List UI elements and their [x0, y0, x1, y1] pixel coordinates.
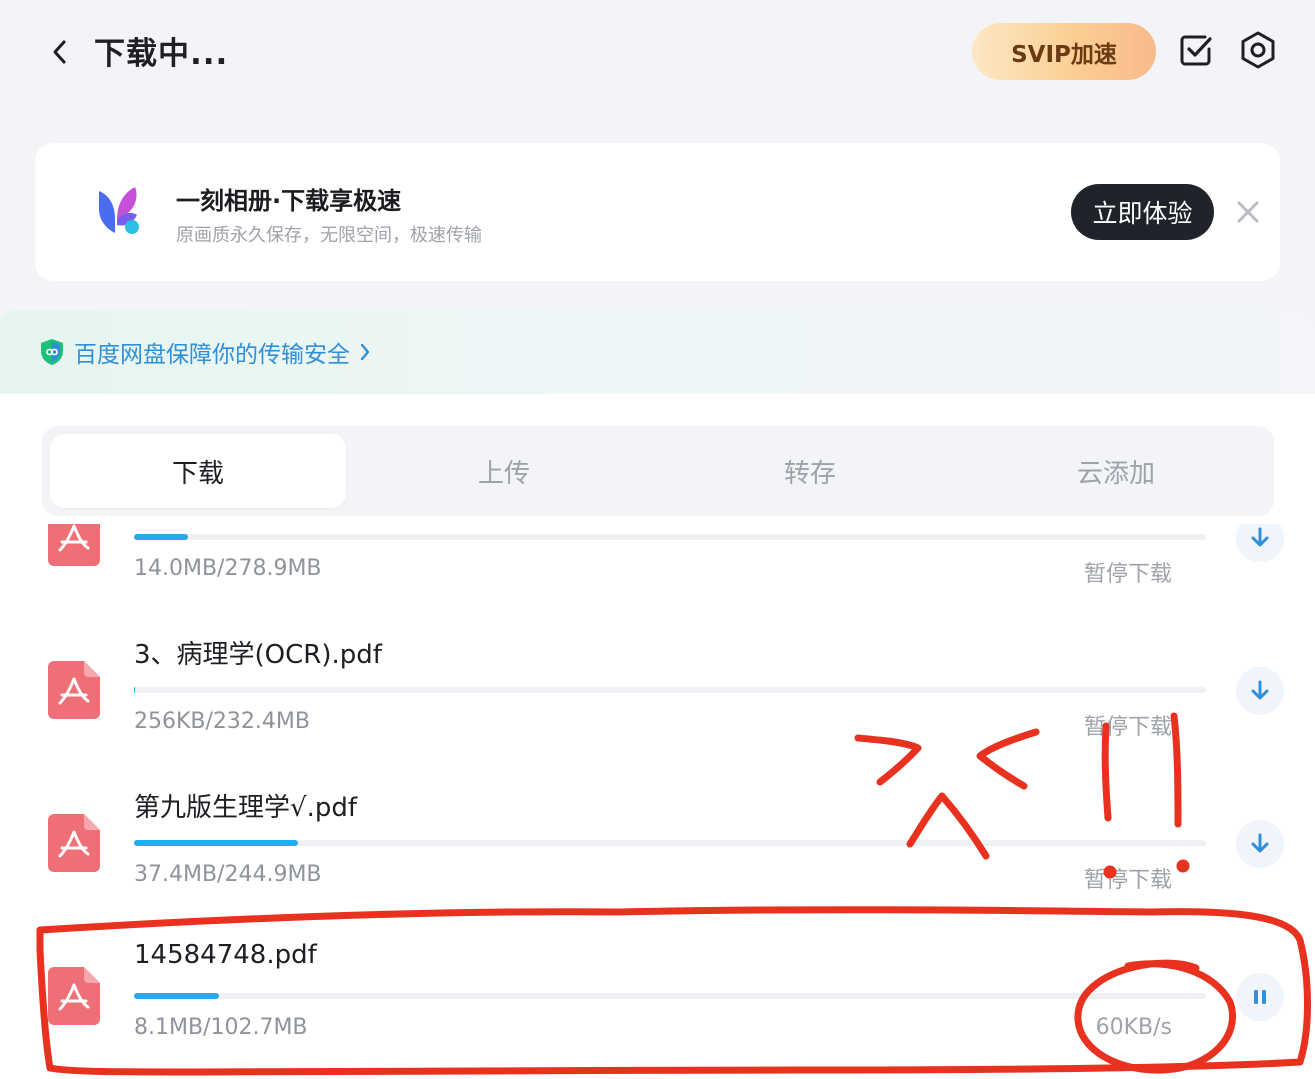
- gear-icon: [1241, 31, 1275, 69]
- pause-icon: [1254, 990, 1266, 1004]
- chevron-right-icon: [360, 343, 370, 361]
- download-item[interactable]: 3、病理学(OCR).pdf 256KB/232.4MB 暂停下载: [0, 533, 1315, 740]
- svip-accelerate-button[interactable]: SVIP加速: [972, 23, 1156, 80]
- yike-album-logo-icon: [99, 187, 139, 234]
- try-now-button[interactable]: 立即体验: [1071, 184, 1214, 240]
- security-link[interactable]: 百度网盘保障你的传输安全: [38, 335, 374, 369]
- settings-button[interactable]: [1238, 30, 1278, 70]
- checkbox-edit-icon: [1180, 35, 1212, 66]
- file-size: 8.1MB/102.7MB: [134, 1015, 308, 1040]
- download-item[interactable]: 第九版生理学√.pdf 37.4MB/244.9MB 暂停下载: [0, 686, 1315, 893]
- tab-download[interactable]: 下载: [50, 434, 346, 508]
- security-text: 百度网盘保障你的传输安全: [74, 342, 350, 368]
- tab-cloud-add[interactable]: 云添加: [968, 426, 1264, 516]
- file-name: 14584748.pdf: [134, 940, 317, 970]
- file-name: 3、病理学(OCR).pdf: [134, 640, 382, 670]
- tab-upload[interactable]: 上传: [356, 426, 652, 516]
- download-item[interactable]: 14584748.pdf 8.1MB/102.7MB 60KB/s: [0, 839, 1315, 1040]
- chevron-left-icon: [53, 40, 66, 64]
- pdf-file-icon: [48, 967, 100, 1025]
- page-title: 下载中...: [94, 36, 229, 72]
- close-icon: [1237, 201, 1259, 223]
- promo-title: 一刻相册·下载享极速: [176, 187, 402, 215]
- select-button[interactable]: [1176, 30, 1216, 70]
- tab-save[interactable]: 转存: [662, 426, 958, 516]
- security-banner: 百度网盘保障你的传输安全: [0, 310, 1315, 394]
- promo-subtitle: 原画质永久保存，无限空间，极速传输: [176, 225, 482, 246]
- progress-bar: [134, 993, 1206, 999]
- download-item[interactable]: 14.0MB/278.9MB 暂停下载: [0, 524, 1315, 587]
- shield-icon: [41, 339, 63, 365]
- pause-button[interactable]: [1236, 973, 1284, 1021]
- promo-card: 一刻相册·下载享极速 原画质永久保存，无限空间，极速传输 立即体验: [35, 143, 1280, 281]
- transfer-panel: 下载 上传 转存 云添加 14.0MB/278.9MB 暂停下载 3、病理学(O…: [0, 394, 1315, 1079]
- speed-text: 60KB/s: [1095, 1015, 1172, 1040]
- promo-close-button[interactable]: [1231, 195, 1265, 229]
- file-name: 第九版生理学√.pdf: [134, 793, 357, 823]
- top-bar: 下载中... SVIP加速: [0, 0, 1315, 110]
- back-button[interactable]: [40, 32, 80, 72]
- transfer-tabs: 下载 上传 转存 云添加: [42, 426, 1274, 516]
- progress-fill: [134, 993, 219, 999]
- download-list: 14.0MB/278.9MB 暂停下载 3、病理学(OCR).pdf 256KB…: [0, 524, 1315, 1079]
